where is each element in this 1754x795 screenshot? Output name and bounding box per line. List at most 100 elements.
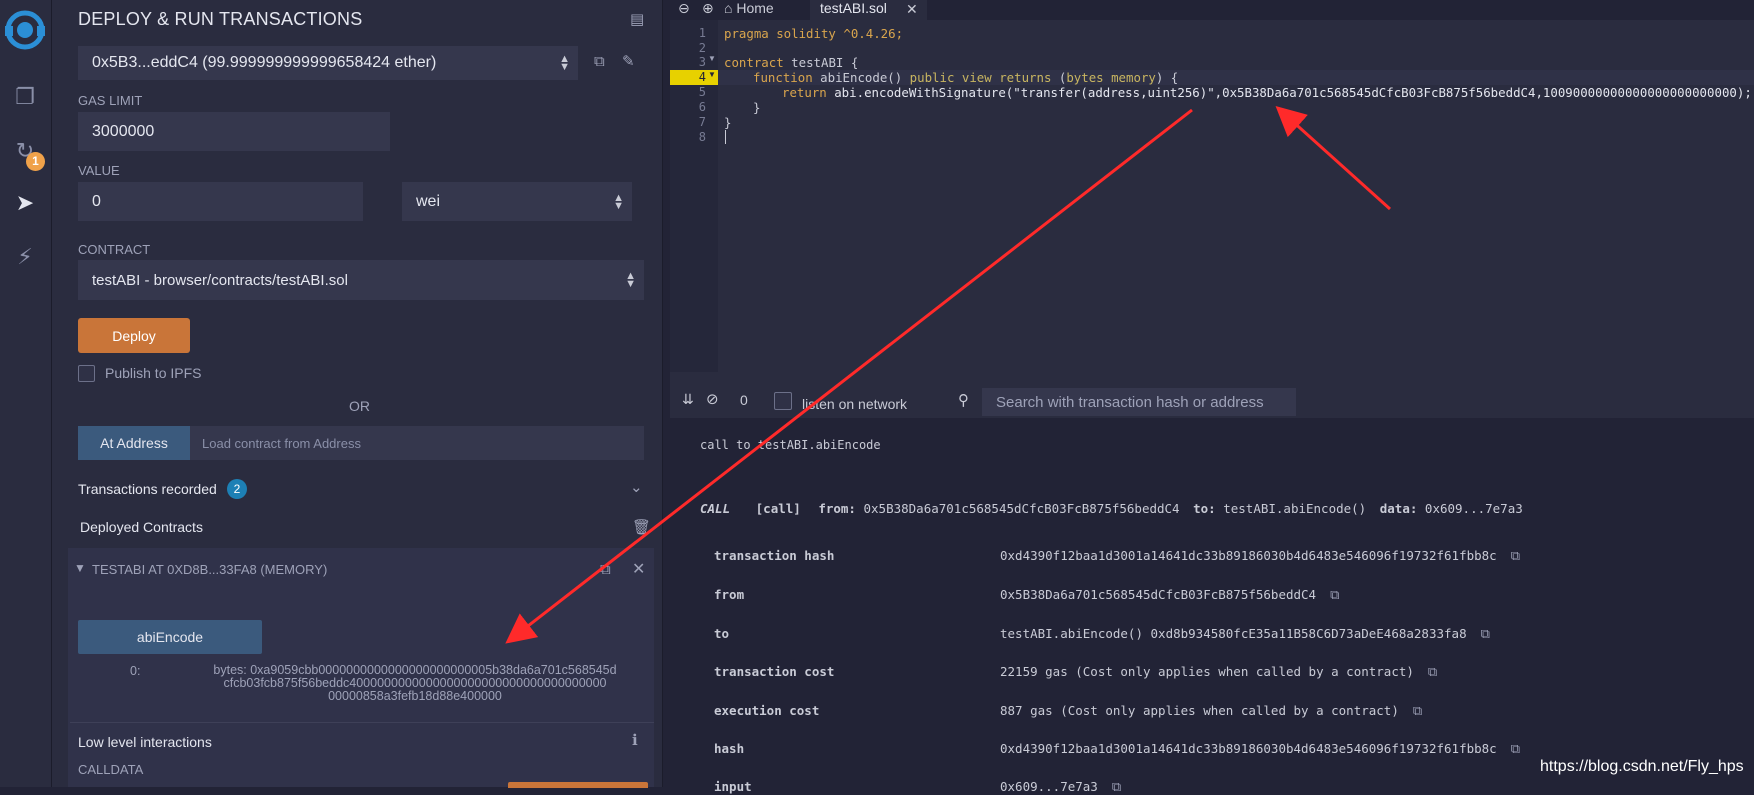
deploy-run-icon[interactable]: ➤ [10,188,40,218]
transact-button[interactable] [508,782,648,788]
detail-value: 887 gas (Cost only applies when called b… [1000,703,1422,719]
value-unit: wei [416,192,441,210]
panel-menu-icon[interactable]: ▤ [630,10,644,28]
info-icon[interactable]: ℹ [632,731,638,749]
clear-icon[interactable]: ⊘ [706,390,719,408]
home-tab[interactable]: ⌂ Home [724,0,774,16]
call-summary-row[interactable]: CALL [call] from: 0x5B38Da6a701c568545dC… [700,501,1523,516]
detail-key: hash [714,741,745,756]
result-output: bytes: 0xa9059cbb00000000000000000000000… [180,664,650,703]
keyword: contract [724,55,784,70]
value-input[interactable]: 0 [78,182,363,221]
edit-icon[interactable]: ✎ [622,52,635,70]
value-label: VALUE [78,163,120,178]
at-address-input[interactable]: Load contract from Address [190,426,644,460]
line-number: 3 [698,55,706,69]
call-log-text: call to testABI.abiEncode [700,438,881,452]
code-line-1[interactable]: pragma solidity ^0.4.26; [724,26,903,41]
detail-key: transaction cost [714,664,835,679]
to-label: to: [1193,501,1216,516]
deploy-run-panel: DEPLOY & RUN TRANSACTIONS ▤ 0x5B3...eddC… [52,0,663,788]
publish-ipfs-label: Publish to IPFS [105,365,202,381]
detail-value-text: testABI.abiEncode() 0xd8b934580fcE35a11B… [1000,626,1467,641]
close-icon[interactable]: ✕ [632,559,645,579]
close-icon[interactable]: ✕ [906,1,918,18]
detail-value: 22159 gas (Cost only applies when called… [1000,664,1437,680]
detail-value-text: 0x5B38Da6a701c568545dCfcB03FcB875f56bedd… [1000,587,1317,602]
fold-icon[interactable]: ▼ [708,70,716,79]
data-value: 0x609...7e7a3 [1424,501,1523,516]
account-select[interactable]: 0x5B3...eddC4 (99.999999999999658424 eth… [78,46,578,80]
from-label: from: [818,501,856,516]
watermark: https://blog.csdn.net/Fly_hps [1540,758,1744,775]
terminal-toolbar: ⇊ ⊘ 0 listen on network ⚲ Search with tr… [670,382,1754,418]
detail-value-text: 887 gas (Cost only applies when called b… [1000,703,1399,718]
copy-icon[interactable]: ⧉ [1428,665,1437,680]
contract-select[interactable]: testABI - browser/contracts/testABI.sol … [78,260,644,300]
zoom-out-icon[interactable]: ⊖ [678,0,690,17]
terminal-panel: ⇊ ⊘ 0 listen on network ⚲ Search with tr… [670,382,1754,795]
trash-icon[interactable]: 🗑 [632,518,651,536]
line-number: 5 [698,85,706,99]
chevron-down-icon[interactable]: ⌄ [630,478,643,496]
code-line-5[interactable]: return abi.encodeWithSignature("transfer… [724,85,1752,100]
line-number: 8 [698,130,706,144]
detail-key: transaction hash [714,548,835,563]
listen-network-label: listen on network [802,396,908,412]
detail-value-text: 0xd4390f12baa1d3001a14641dc33b89186030b4… [1000,548,1497,563]
keyword: public view returns [909,70,1052,85]
text-cursor [725,130,726,144]
panel-title: DEPLOY & RUN TRANSACTIONS [78,9,363,29]
code-line-7[interactable]: } [724,115,731,130]
code-line-4[interactable]: function abiEncode() public view returns… [724,70,1178,85]
at-address-button[interactable]: At Address [78,426,190,460]
icon-rail: ❐ ↻ 1 ➤ ⚡ [0,0,52,787]
terminal-search-input[interactable]: Search with transaction hash or address [982,388,1296,416]
keyword: pragma solidity [724,26,836,41]
keyword: bytes memory [1066,70,1156,85]
chevron-updown-icon: ▲ ▼ [625,270,636,290]
copy-icon[interactable]: ⧉ [1511,549,1520,564]
detail-value: 0xd4390f12baa1d3001a14641dc33b89186030b4… [1000,548,1520,564]
line-number: 4 [698,70,706,84]
remix-logo-icon[interactable] [3,8,47,52]
detail-key: from [714,587,745,602]
detail-value: 0xd4390f12baa1d3001a14641dc33b89186030b4… [1000,741,1520,757]
zoom-in-icon[interactable]: ⊕ [702,0,714,17]
copy-icon[interactable]: ⧉ [1112,780,1121,795]
collapse-icon[interactable]: ⇊ [682,391,694,408]
copy-icon[interactable]: ⧉ [1330,588,1339,603]
line-number: 6 [698,100,706,114]
transactions-recorded-label[interactable]: Transactions recorded [78,481,217,497]
code-editor: ⊖ ⊕ ⌂ Home testABI.sol ✕ 1 2 3 4 5 6 7 8… [670,0,1754,382]
value-unit-select[interactable]: wei ▲ ▼ [402,182,632,221]
keyword: return [782,85,827,100]
publish-ipfs-checkbox[interactable] [78,365,95,382]
copy-icon[interactable]: ⧉ [600,561,611,578]
tab-testabi[interactable]: testABI.sol ✕ [810,0,927,20]
fold-icon[interactable]: ▼ [708,54,716,63]
code-line-3[interactable]: contract testABI { [724,55,858,70]
gas-limit-input[interactable]: 3000000 [78,112,390,151]
listen-network-checkbox[interactable] [774,392,792,410]
code-text: ) { [1155,70,1179,85]
settings-plug-icon[interactable]: ⚡ [10,242,40,272]
copy-icon[interactable]: ⧉ [1511,742,1520,757]
result-index: 0: [130,664,141,678]
home-tab-label: Home [736,0,774,16]
code-line-6[interactable]: } [724,100,760,115]
account-value: 0x5B3...eddC4 (99.999999999999658424 eth… [92,54,437,71]
copy-icon[interactable]: ⧉ [594,53,605,70]
code-text: abi.encodeWithSignature("transfer(addres… [826,85,1752,100]
file-explorer-icon[interactable]: ❐ [10,82,40,112]
copy-icon[interactable]: ⧉ [1413,704,1422,719]
code-text: ( [1051,70,1067,85]
result-line: 00000858a3fefb18d88e400000 [328,689,502,703]
abi-encode-button[interactable]: abiEncode [78,620,262,654]
tab-label: testABI.sol [820,0,887,16]
instance-title[interactable]: TESTABI AT 0XD8B...33FA8 (MEMORY) [92,562,327,577]
detail-value: 0x5B38Da6a701c568545dCfcB03FcB875f56bedd… [1000,587,1339,603]
copy-icon[interactable]: ⧉ [1481,627,1490,642]
chevron-down-icon[interactable]: ▼ [74,561,86,575]
deploy-button[interactable]: Deploy [78,318,190,353]
